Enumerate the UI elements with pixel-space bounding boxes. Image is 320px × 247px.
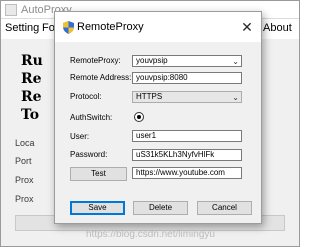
cancel-button[interactable]: Cancel xyxy=(197,201,252,215)
watermark: https://blog.csdn.net/limingyu xyxy=(86,229,215,240)
close-button[interactable]: ✕ xyxy=(233,12,261,42)
save-button[interactable]: Save xyxy=(70,201,125,215)
protocol-select[interactable]: HTTPS ⌄ xyxy=(132,91,242,103)
remote-address-input[interactable]: youvpsip:8080 xyxy=(132,72,242,84)
main-label-re-2: Re xyxy=(21,89,42,105)
main-label-port: Port xyxy=(15,156,32,166)
main-label-re-1: Re xyxy=(21,71,42,87)
remote-proxy-dialog: RemoteProxy ✕ RemoteProxy: youvpsip ⌄ Re… xyxy=(54,11,262,224)
delete-button[interactable]: Delete xyxy=(133,201,188,215)
chevron-down-icon: ⌄ xyxy=(232,57,239,66)
remote-proxy-select[interactable]: youvpsip ⌄ xyxy=(132,55,242,67)
close-icon: ✕ xyxy=(241,19,253,35)
menu-setting[interactable]: Setting xyxy=(5,22,39,34)
user-input[interactable]: user1 xyxy=(132,130,242,142)
dialog-title: RemoteProxy xyxy=(77,21,144,33)
radio-selected-dot xyxy=(137,115,141,119)
protocol-label: Protocol: xyxy=(70,92,102,101)
auth-switch-radio[interactable] xyxy=(134,112,144,122)
shield-icon xyxy=(63,21,74,34)
app-icon xyxy=(5,4,17,16)
remote-proxy-label: RemoteProxy: xyxy=(70,56,121,65)
password-label: Password: xyxy=(70,150,108,159)
main-label-prox-2: Prox xyxy=(15,194,34,204)
dialog-titlebar: RemoteProxy ✕ xyxy=(55,12,261,42)
protocol-value: HTTPS xyxy=(136,92,163,101)
menu-about[interactable]: About xyxy=(263,22,292,34)
test-url-input[interactable]: https://www.youtube.com xyxy=(132,167,242,179)
main-label-ru: Ru xyxy=(21,53,43,69)
test-button[interactable]: Test xyxy=(70,167,127,181)
user-label: User: xyxy=(70,132,90,141)
main-label-prox-1: Prox xyxy=(15,175,34,185)
remote-address-label: Remote Address: xyxy=(70,73,132,82)
main-label-loca: Loca xyxy=(15,138,35,148)
main-label-to: To xyxy=(21,107,40,123)
auth-switch-label: AuthSwitch: xyxy=(70,113,113,122)
remote-proxy-value: youvpsip xyxy=(136,56,168,65)
password-input[interactable]: uS31k5KLh3NyfvHlFk xyxy=(132,149,242,161)
chevron-down-icon: ⌄ xyxy=(232,93,239,102)
